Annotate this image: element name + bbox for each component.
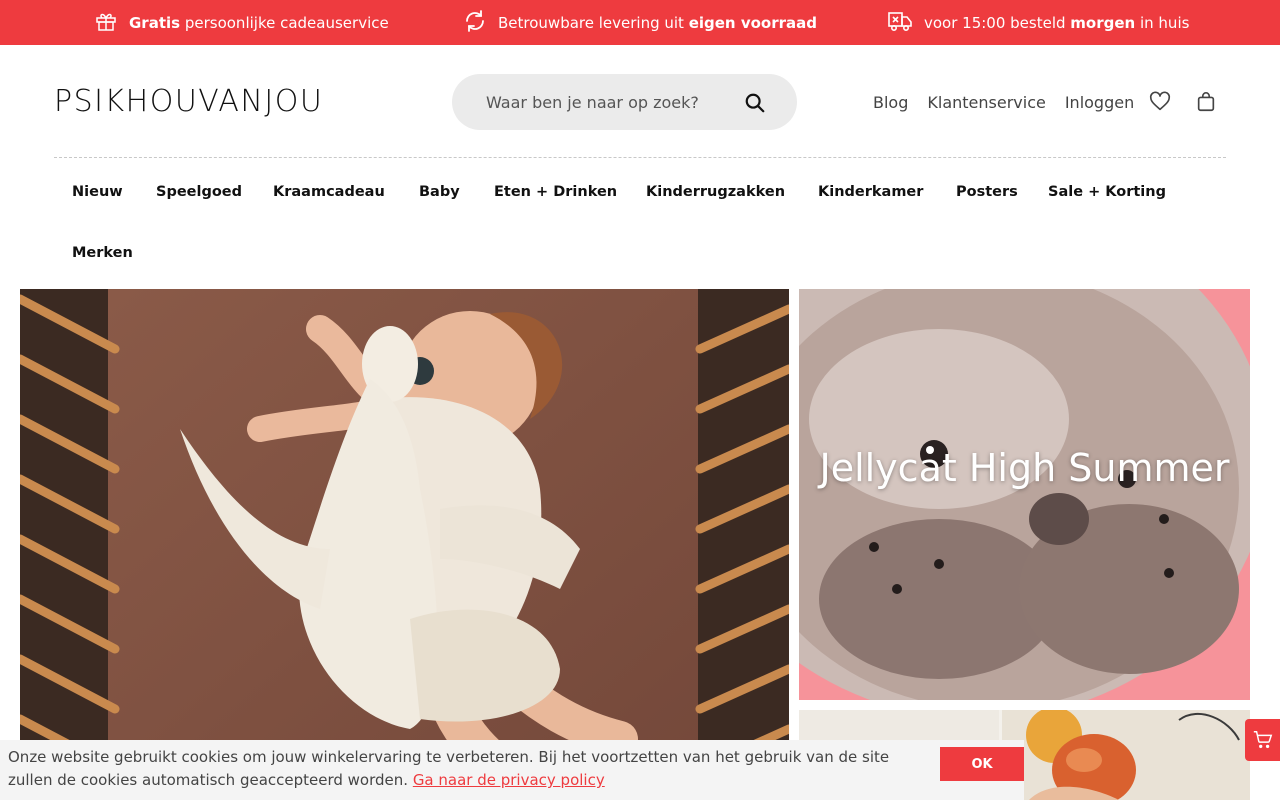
- cart-button[interactable]: [1194, 90, 1218, 114]
- usp-delivery-stock: Betrouwbare levering uit eigen voorraad: [463, 0, 817, 45]
- customer-service-link[interactable]: Klantenservice: [927, 93, 1045, 112]
- hero-image-baby-goose: [20, 289, 789, 800]
- usp-gift-text: persoonlijke cadeauservice: [180, 13, 389, 32]
- nav-item-kinderkamer[interactable]: Kinderkamer: [818, 184, 923, 200]
- gift-icon: [94, 9, 129, 37]
- nav-item-merken[interactable]: Merken: [72, 245, 133, 261]
- header-divider: [54, 157, 1226, 158]
- shopping-bag-icon: [1197, 92, 1215, 112]
- privacy-policy-link[interactable]: Ga naar de privacy policy: [413, 771, 605, 789]
- search-icon: [745, 93, 765, 113]
- nav-item-sale-korting[interactable]: Sale + Korting: [1048, 184, 1166, 200]
- usp-bar: Gratis persoonlijke cadeauservice Betrou…: [0, 0, 1280, 45]
- heart-icon: [1149, 91, 1171, 111]
- usp-gift-bold: Gratis: [129, 13, 181, 32]
- hero-banner-left[interactable]: [20, 289, 789, 800]
- floating-cart-button[interactable]: [1245, 719, 1280, 761]
- cookie-message: Onze website gebruikt cookies om jouw wi…: [8, 746, 918, 792]
- nav-item-nieuw[interactable]: Nieuw: [72, 184, 123, 200]
- delivery-truck-icon: [887, 9, 924, 37]
- login-link[interactable]: Inloggen: [1065, 93, 1134, 112]
- cookie-consent-bar: Onze website gebruikt cookies om jouw wi…: [0, 740, 1024, 800]
- usp-stock-text: Betrouwbare levering uit: [498, 13, 689, 32]
- search-bar: [452, 74, 797, 130]
- usp-stock-bold: eigen voorraad: [688, 13, 817, 32]
- usp-nextday-bold: morgen: [1070, 13, 1136, 32]
- nav-item-posters[interactable]: Posters: [956, 184, 1018, 200]
- cookie-ok-button[interactable]: OK: [940, 747, 1024, 781]
- blog-link[interactable]: Blog: [873, 93, 908, 112]
- refresh-icon: [463, 9, 498, 37]
- usp-nextday-text-before: voor 15:00 besteld: [924, 13, 1071, 32]
- site-logo[interactable]: PSIKHOUVANJOU: [54, 84, 323, 119]
- search-input[interactable]: [486, 90, 726, 114]
- wishlist-button[interactable]: [1148, 90, 1172, 114]
- nav-item-kinderrugzakken[interactable]: Kinderrugzakken: [646, 184, 785, 200]
- nav-item-speelgoed[interactable]: Speelgoed: [156, 184, 242, 200]
- header-links: Blog Klantenservice Inloggen: [873, 90, 1153, 114]
- nav-item-baby[interactable]: Baby: [419, 184, 460, 200]
- nav-item-kraamcadeau[interactable]: Kraamcadeau: [273, 184, 385, 200]
- hero-banner-jellycat[interactable]: Jellycat High Summer: [799, 289, 1250, 700]
- jellycat-banner-title: Jellycat High Summer: [819, 446, 1230, 490]
- nav-item-eten-drinken[interactable]: Eten + Drinken: [494, 184, 617, 200]
- search-button[interactable]: [742, 90, 768, 116]
- usp-next-day: voor 15:00 besteld morgen in huis: [887, 0, 1189, 45]
- shopping-cart-icon: [1253, 731, 1272, 749]
- usp-nextday-text-after: in huis: [1135, 13, 1190, 32]
- hero-image-seal-plush: [799, 289, 1250, 700]
- usp-gift-service: Gratis persoonlijke cadeauservice: [94, 0, 389, 45]
